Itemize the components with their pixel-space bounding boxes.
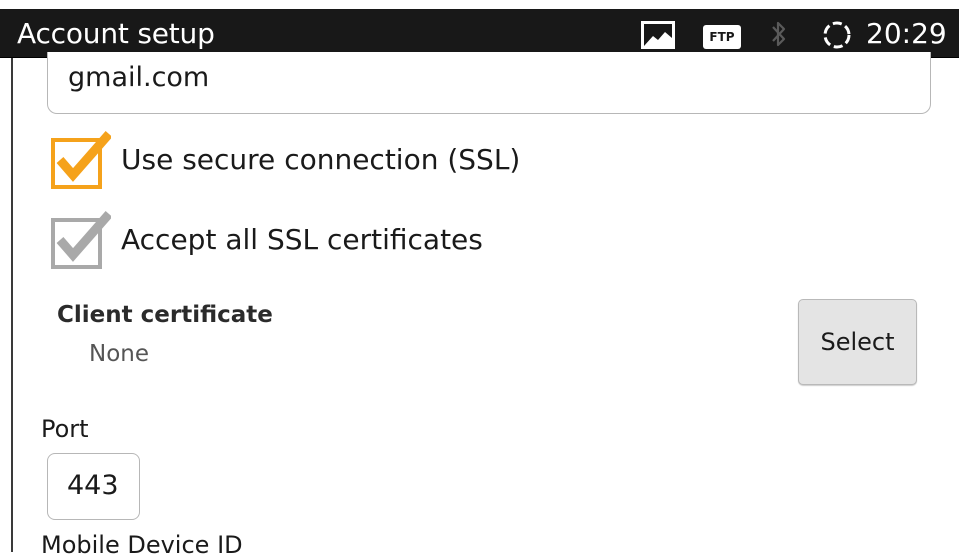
ssl-checkbox[interactable] [51, 130, 113, 190]
server-field[interactable]: gmail.com [47, 52, 931, 114]
status-time: 20:29 [866, 17, 947, 50]
gallery-icon [641, 21, 675, 49]
port-label: Port [41, 415, 89, 443]
port-value: 443 [67, 470, 119, 501]
accept-certificates-checkbox[interactable] [51, 210, 113, 270]
scroll-edge [11, 58, 13, 552]
port-field[interactable]: 443 [47, 453, 140, 520]
client-certificate-value: None [89, 341, 150, 367]
app-title: Account setup [17, 17, 215, 50]
client-certificate-title: Client certificate [57, 302, 273, 328]
server-value: gmail.com [68, 62, 210, 93]
status-bar: Account setup FTP 20:29 [0, 9, 959, 58]
accept-certificates-label[interactable]: Accept all SSL certificates [121, 223, 483, 256]
ftp-icon: FTP [703, 25, 741, 49]
ssl-checkbox-label[interactable]: Use secure connection (SSL) [121, 143, 520, 176]
mobile-device-id-label: Mobile Device ID [41, 531, 243, 559]
select-certificate-button[interactable]: Select [798, 299, 917, 385]
bluetooth-icon [769, 19, 789, 49]
sync-icon [821, 19, 853, 51]
